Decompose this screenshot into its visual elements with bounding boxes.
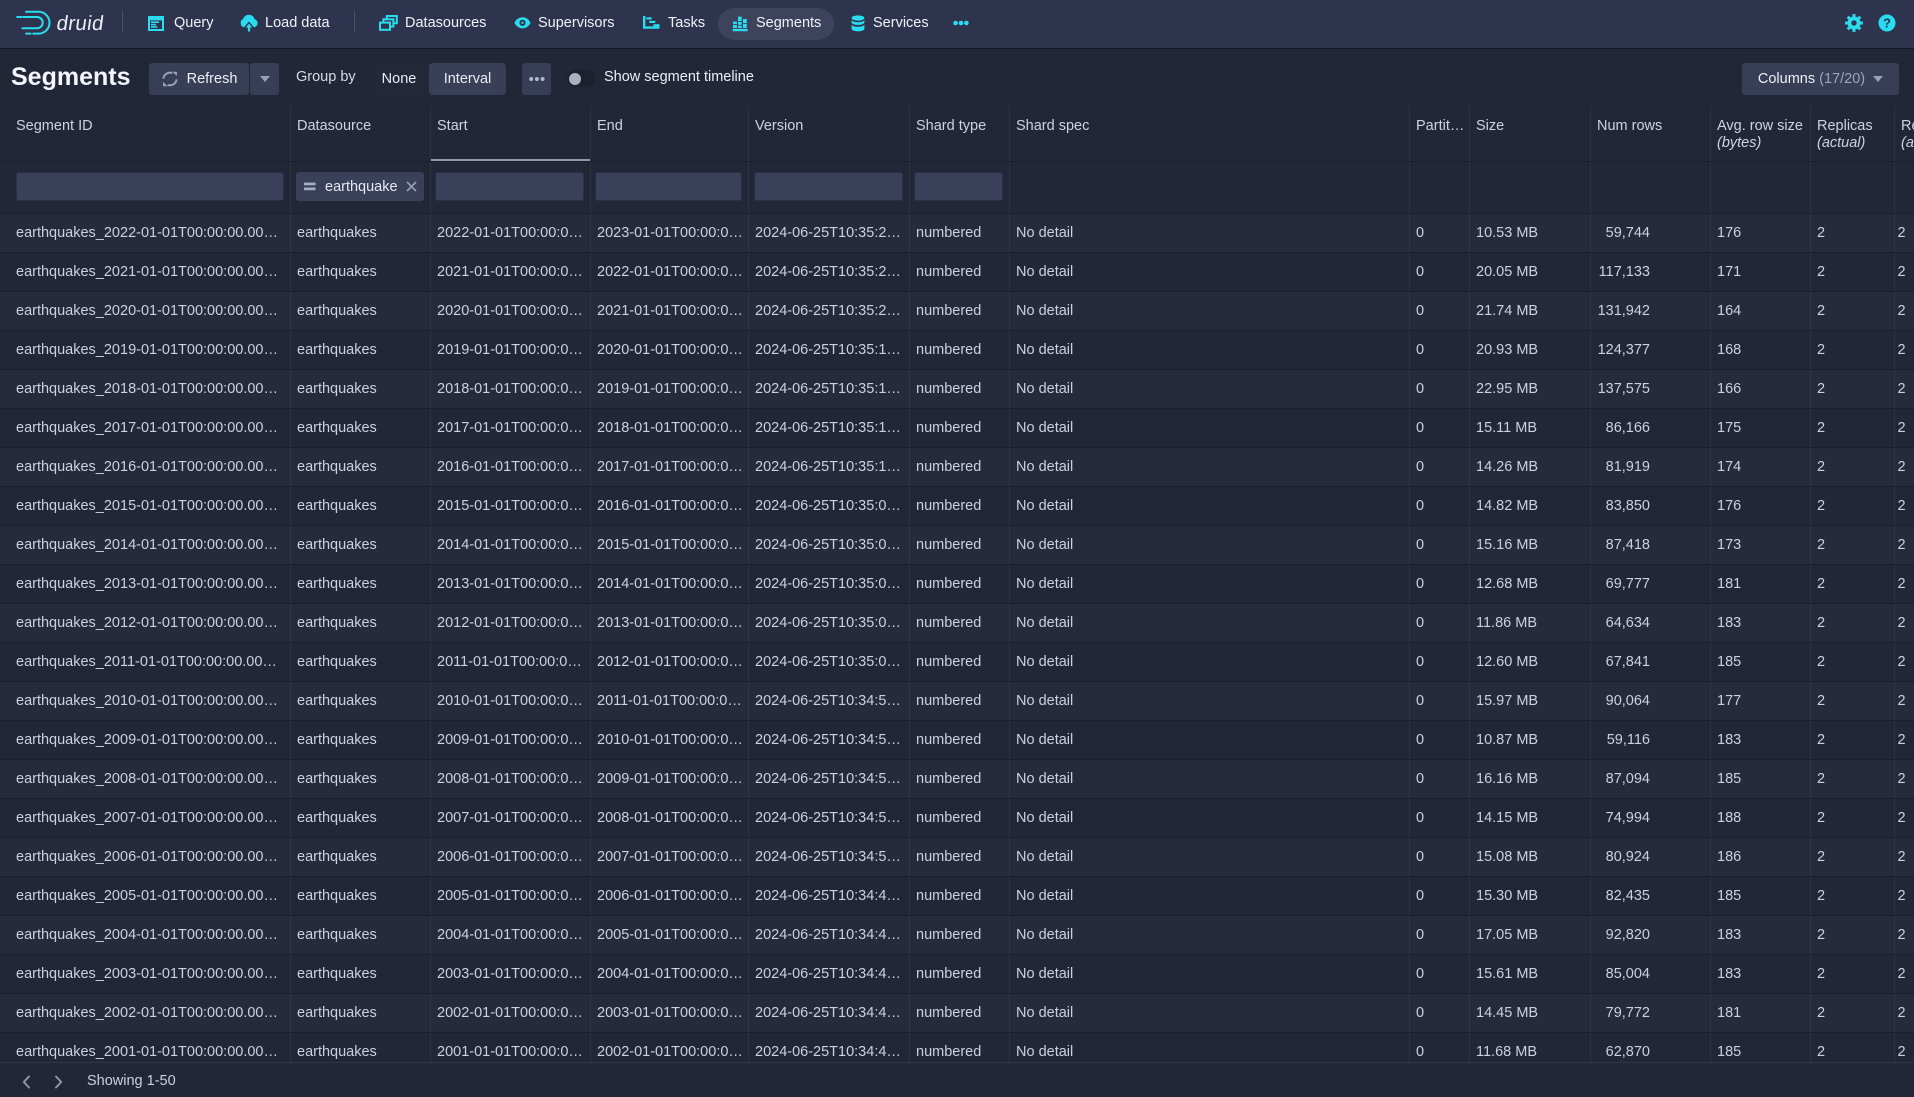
svg-text:?: ?	[1883, 16, 1891, 31]
